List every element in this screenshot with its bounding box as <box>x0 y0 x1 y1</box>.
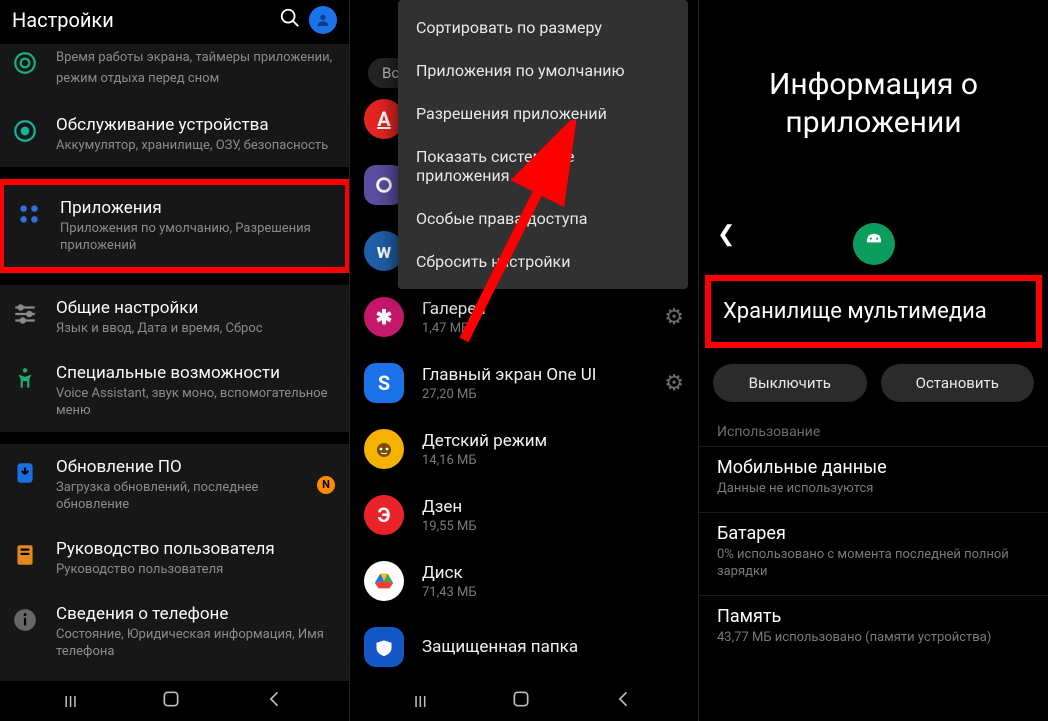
apps-screen: Все Сортировать по размеру Приложения по… <box>349 0 698 721</box>
settings-list[interactable]: Время работы экрана, таймеры приложении,… <box>0 44 349 681</box>
settings-row-about[interactable]: Сведения о телефоне Состояние, Юридическ… <box>0 591 349 673</box>
app-icon <box>364 627 404 667</box>
nav-home[interactable] <box>161 689 181 713</box>
settings-row-manual[interactable]: Руководство пользователя Руководство пол… <box>0 526 349 591</box>
app-row-oneui[interactable]: S Главный экран One UI 27,20 МБ ⚙ <box>350 350 698 416</box>
overflow-menu: Сортировать по размеру Приложения по умо… <box>398 0 688 289</box>
settings-row-developer[interactable]: Параметры разработчика Параметры разрабо… <box>0 672 349 681</box>
android-navbar: III <box>350 681 698 721</box>
info-icon <box>10 605 40 635</box>
update-badge: N <box>317 476 335 494</box>
settings-row-update[interactable]: Обновление ПО Загрузка обновлений, после… <box>0 444 349 526</box>
usage-section-label: Использование <box>699 418 1048 446</box>
menu-special-access[interactable]: Особые права доступа <box>398 197 688 240</box>
accessibility-icon <box>10 364 40 394</box>
app-icon <box>364 429 404 469</box>
gear-icon[interactable]: ⚙ <box>664 305 684 330</box>
app-row-zen[interactable]: Э Дзен 19,55 МБ <box>350 482 698 548</box>
nav-recent[interactable]: III <box>64 692 77 711</box>
app-icon: ✱ <box>364 297 404 337</box>
nav-back[interactable] <box>614 689 634 713</box>
search-icon[interactable] <box>279 7 301 34</box>
detail-storage[interactable]: Память 43,77 МБ использовано (памяти уст… <box>699 595 1048 661</box>
settings-row-wellbeing[interactable]: Время работы экрана, таймеры приложении,… <box>0 44 349 102</box>
menu-app-permissions[interactable]: Разрешения приложений <box>398 92 688 135</box>
settings-screen: Настройки Время работы экрана, таймеры п… <box>0 0 349 721</box>
app-row-gallery[interactable]: ✱ Галерея 1,47 МБ ⚙ <box>350 284 698 350</box>
apps-icon <box>14 199 44 229</box>
disable-button[interactable]: Выключить <box>713 364 867 402</box>
update-icon <box>10 458 40 488</box>
nav-recent[interactable]: III <box>414 692 427 711</box>
settings-row-device-care[interactable]: Обслуживание устройства Аккумулятор, хра… <box>0 102 349 167</box>
page-title: Настройки <box>12 8 271 32</box>
profile-avatar[interactable] <box>309 6 337 34</box>
app-name: Хранилище мультимедиа <box>717 299 1030 324</box>
back-icon[interactable]: ❮ <box>717 222 735 247</box>
android-navbar: III <box>0 681 349 721</box>
nav-back[interactable] <box>265 689 285 713</box>
menu-reset-prefs[interactable]: Сбросить настройки <box>398 240 688 283</box>
general-icon <box>10 299 40 329</box>
settings-row-general[interactable]: Общие настройки Язык и ввод, Дата и врем… <box>0 285 349 350</box>
app-info-screen: Информация о приложении ❮ Хранилище муль… <box>698 0 1048 721</box>
app-row-drive[interactable]: Диск 71,43 МБ <box>350 548 698 614</box>
settings-row-apps[interactable]: Приложения Приложения по умолчанию, Разр… <box>4 185 345 267</box>
menu-sort-by-size[interactable]: Сортировать по размеру <box>398 6 688 49</box>
app-icon <box>364 561 404 601</box>
header: Настройки <box>0 0 349 44</box>
device-care-icon <box>10 116 40 146</box>
menu-default-apps[interactable]: Приложения по умолчанию <box>398 49 688 92</box>
settings-row-accessibility[interactable]: Специальные возможности Voice Assistant,… <box>0 350 349 432</box>
nav-home[interactable] <box>511 689 531 713</box>
detail-battery[interactable]: Батарея 0% использовано с момента послед… <box>699 512 1048 595</box>
app-name-highlight: Хранилище мультимедиа <box>705 275 1042 348</box>
android-app-icon <box>853 223 895 265</box>
gear-icon[interactable]: ⚙ <box>664 371 684 396</box>
menu-show-system-apps[interactable]: Показать системные приложения <box>398 135 688 197</box>
manual-icon <box>10 540 40 570</box>
header: Информация о приложении <box>699 0 1048 161</box>
app-icon: Э <box>364 495 404 535</box>
app-icon: S <box>364 363 404 403</box>
page-title: Информация о приложении <box>723 66 1024 141</box>
wellbeing-icon <box>10 48 40 78</box>
app-row-secure-folder[interactable]: Защищенная папка <box>350 614 698 680</box>
force-stop-button[interactable]: Остановить <box>881 364 1035 402</box>
app-row-kids[interactable]: Детский режим 14,16 МБ <box>350 416 698 482</box>
detail-mobile-data[interactable]: Мобильные данные Данные не используются <box>699 446 1048 512</box>
